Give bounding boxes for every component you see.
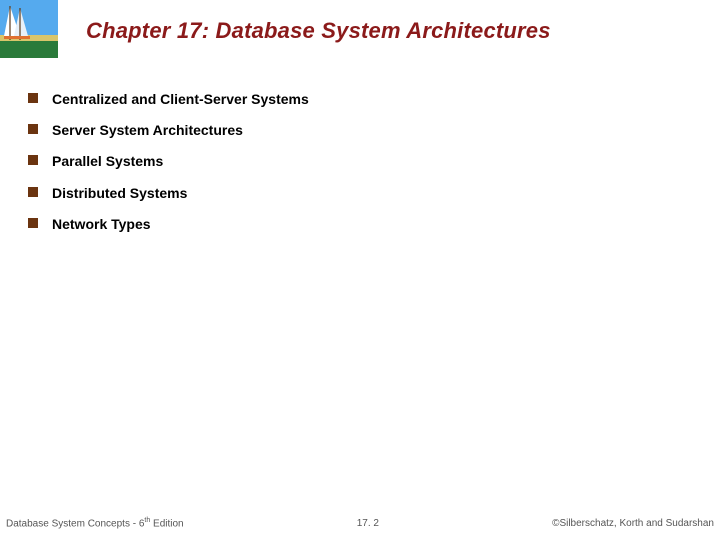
bullet-text: Distributed Systems xyxy=(52,184,187,202)
bullet-list: Centralized and Client-Server Systems Se… xyxy=(28,90,700,246)
bullet-text: Network Types xyxy=(52,215,151,233)
slide-title: Chapter 17: Database System Architecture… xyxy=(86,18,710,44)
footer-left-suffix: Edition xyxy=(150,518,183,529)
bullet-text: Server System Architectures xyxy=(52,121,243,139)
list-item: Network Types xyxy=(28,215,700,233)
list-item: Distributed Systems xyxy=(28,184,700,202)
bullet-icon xyxy=(28,218,38,228)
footer-left: Database System Concepts - 6th Edition xyxy=(6,517,184,529)
bullet-text: Parallel Systems xyxy=(52,152,163,170)
footer-page-number: 17. 2 xyxy=(357,518,379,529)
bullet-icon xyxy=(28,93,38,103)
bullet-icon xyxy=(28,124,38,134)
bullet-icon xyxy=(28,187,38,197)
list-item: Server System Architectures xyxy=(28,121,700,139)
footer: Database System Concepts - 6th Edition 1… xyxy=(0,514,720,532)
bullet-icon xyxy=(28,155,38,165)
logo-image xyxy=(0,0,58,58)
bullet-text: Centralized and Client-Server Systems xyxy=(52,90,309,108)
list-item: Parallel Systems xyxy=(28,152,700,170)
footer-left-prefix: Database System Concepts - 6 xyxy=(6,518,144,529)
list-item: Centralized and Client-Server Systems xyxy=(28,90,700,108)
footer-copyright: ©Silberschatz, Korth and Sudarshan xyxy=(552,518,714,529)
